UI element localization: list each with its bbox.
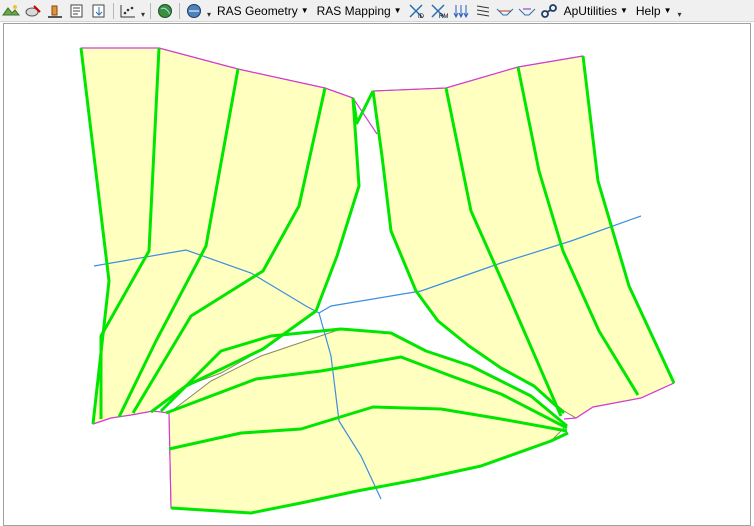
menu-ras-geometry[interactable]: RAS Geometry ▼ — [213, 1, 313, 21]
dropdown-arrow-icon[interactable]: ▾ — [139, 3, 147, 19]
caret-down-icon: ▼ — [393, 6, 402, 15]
toolbar-separator — [150, 2, 151, 19]
river-reach-label: RM — [439, 14, 448, 19]
toolbar: ▾ ▾ RAS Geometry ▼ RAS Mapping ▼ ID RM ApU… — [0, 0, 754, 22]
caret-down-icon: ▼ — [619, 6, 628, 15]
xs-id-label: ID — [418, 14, 425, 19]
boundary-line-lower-left — [92, 410, 172, 509]
caret-down-icon: ▼ — [663, 6, 672, 15]
rasmapper-layers-icon[interactable] — [1, 1, 21, 21]
bank-lines-icon[interactable] — [473, 1, 493, 21]
caret-down-icon: ▼ — [300, 6, 309, 15]
menu-label: ApUtilities — [563, 3, 617, 18]
edit-features-icon[interactable] — [23, 1, 43, 21]
map-canvas[interactable] — [3, 23, 751, 526]
geometry-map[interactable] — [4, 24, 751, 526]
menu-help[interactable]: Help ▼ — [632, 1, 676, 21]
xs-id-icon[interactable]: ID — [407, 1, 427, 21]
open-file-icon[interactable] — [67, 1, 87, 21]
menu-label: RAS Geometry — [217, 3, 298, 18]
cross-section-line[interactable] — [351, 90, 375, 125]
terrain-icon[interactable] — [45, 1, 65, 21]
toolbar-grip-icon[interactable]: ▾ — [675, 3, 683, 19]
river-reach-icon[interactable]: RM — [429, 1, 449, 21]
georef-icon[interactable] — [184, 1, 204, 21]
levee-icon[interactable] — [495, 1, 515, 21]
toolbar-separator — [113, 2, 114, 19]
flow-arrows-icon[interactable] — [451, 1, 471, 21]
link-icon[interactable] — [539, 1, 559, 21]
globe-icon[interactable] — [155, 1, 175, 21]
data-points-icon[interactable] — [118, 1, 138, 21]
toolbar-separator — [179, 2, 180, 19]
menu-ras-mapping[interactable]: RAS Mapping ▼ — [313, 1, 406, 21]
menu-label: Help — [635, 3, 661, 18]
menu-aputilities[interactable]: ApUtilities ▼ — [560, 1, 632, 21]
menu-label: RAS Mapping — [316, 3, 391, 18]
export-icon[interactable] — [89, 1, 109, 21]
toolbar-grip-icon[interactable]: ▾ — [205, 3, 213, 19]
ineffective-flow-icon[interactable] — [517, 1, 537, 21]
